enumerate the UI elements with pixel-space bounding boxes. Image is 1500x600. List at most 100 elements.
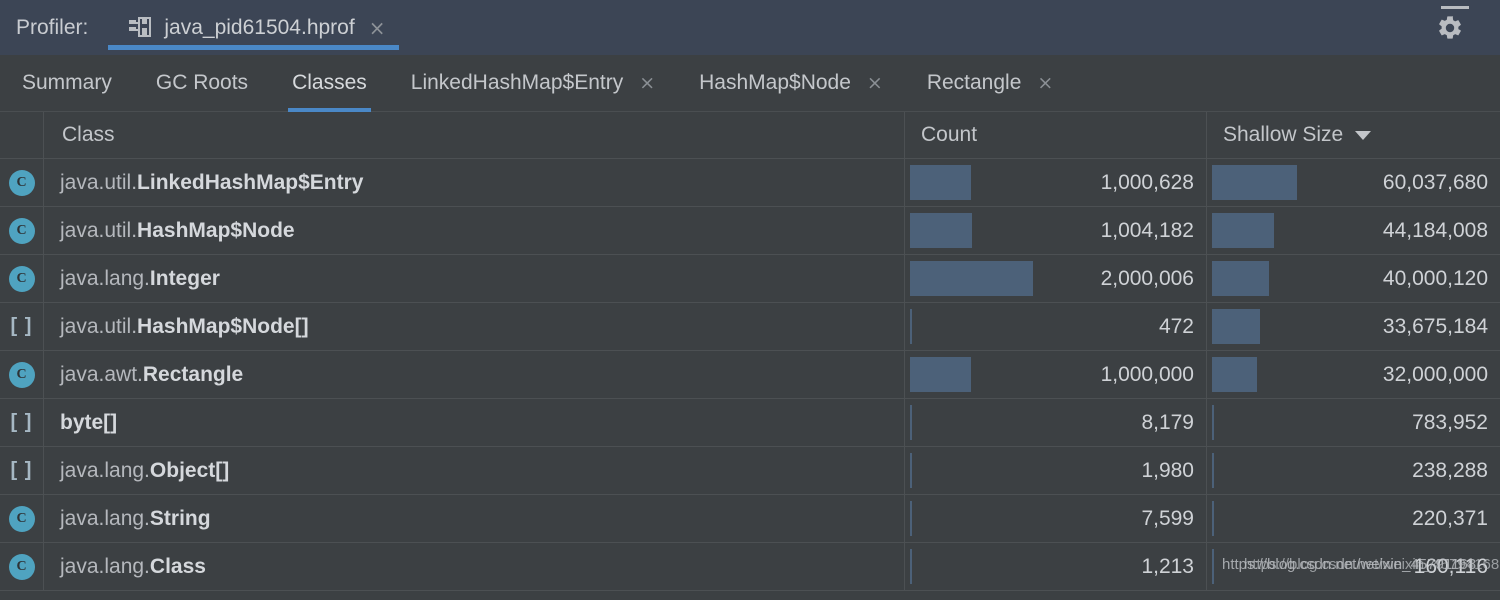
tab-classes[interactable]: Classes — [270, 55, 389, 112]
class-simple-name: HashMap$Node — [137, 218, 295, 242]
count-value: 472 — [1158, 314, 1194, 338]
class-name-cell[interactable]: java.util.LinkedHashMap$Entry — [44, 159, 905, 206]
count-bar — [910, 549, 912, 584]
hprof-file-tab-active-indicator — [108, 45, 400, 50]
hprof-file-icon — [128, 16, 154, 40]
array-icon: [ ] — [10, 411, 33, 433]
tab-close-icon[interactable]: × — [639, 73, 655, 93]
tab-close-icon[interactable]: × — [867, 73, 883, 93]
row-type-icon-cell: C — [0, 159, 44, 206]
tab-hashmap-node[interactable]: HashMap$Node × — [677, 55, 905, 112]
class-simple-name: HashMap$Node[] — [137, 314, 309, 338]
header-class-label: Class — [62, 123, 115, 146]
class-icon: C — [8, 217, 35, 244]
hprof-file-tab[interactable]: java_pid61504.hprof × — [108, 0, 400, 55]
shallow-size-cell: 33,675,184 — [1207, 303, 1500, 350]
classes-table: Class Count Shallow Size Cjava.util.Link… — [0, 112, 1500, 591]
tab-linkedhashmap-entry[interactable]: LinkedHashMap$Entry × — [389, 55, 677, 112]
shallow-size-value: 33,675,184 — [1382, 314, 1488, 338]
class-icon: C — [8, 265, 35, 292]
count-cell: 2,000,006 — [905, 255, 1207, 302]
class-package: java.util. — [60, 314, 138, 338]
row-type-icon-cell: C — [0, 543, 44, 590]
class-simple-name: Integer — [149, 266, 220, 290]
count-value: 1,000,628 — [1100, 170, 1194, 194]
class-simple-name: String — [149, 506, 211, 530]
gear-icon[interactable] — [1436, 14, 1464, 42]
count-cell: 1,004,182 — [905, 207, 1207, 254]
class-package: java.lang. — [60, 266, 150, 290]
class-name-cell[interactable]: java.util.HashMap$Node[] — [44, 303, 905, 350]
count-cell: 7,599 — [905, 495, 1207, 542]
class-name-cell[interactable]: java.lang.Integer — [44, 255, 905, 302]
row-type-icon-cell: C — [0, 351, 44, 398]
class-icon: C — [8, 553, 35, 580]
count-bar — [910, 213, 972, 248]
count-bar — [910, 453, 912, 488]
row-type-icon-cell: C — [0, 495, 44, 542]
shallow-size-bar — [1212, 501, 1214, 536]
class-package: java.lang. — [60, 458, 150, 482]
shallow-size-cell: 160,116 — [1207, 543, 1500, 590]
class-name-cell[interactable]: java.lang.Object[] — [44, 447, 905, 494]
header-shallow-size[interactable]: Shallow Size — [1207, 112, 1500, 158]
array-icon: [ ] — [10, 315, 33, 337]
count-value: 1,213 — [1141, 554, 1194, 578]
class-package: java.lang. — [60, 506, 150, 530]
table-row[interactable]: Cjava.util.LinkedHashMap$Entry 1,000,628 6… — [0, 159, 1500, 207]
tab-summary[interactable]: Summary — [0, 55, 134, 112]
class-icon: C — [8, 505, 35, 532]
shallow-size-value: 32,000,000 — [1382, 362, 1488, 386]
shallow-size-cell: 40,000,120 — [1207, 255, 1500, 302]
class-name-cell[interactable]: java.awt.Rectangle — [44, 351, 905, 398]
class-name-cell[interactable]: java.util.HashMap$Node — [44, 207, 905, 254]
header-class[interactable]: Class — [44, 112, 905, 158]
shallow-size-cell: 32,000,000 — [1207, 351, 1500, 398]
header-count[interactable]: Count — [905, 112, 1207, 158]
sort-descending-caret-icon — [1355, 130, 1372, 140]
class-name-cell[interactable]: java.lang.String — [44, 495, 905, 542]
count-value: 2,000,006 — [1100, 266, 1194, 290]
shallow-size-value: 44,184,008 — [1382, 218, 1488, 242]
row-type-icon-cell: [ ] — [0, 447, 44, 494]
hprof-file-tab-label: java_pid61504.hprof — [164, 15, 355, 39]
count-value: 7,599 — [1141, 506, 1194, 530]
shallow-size-value: 40,000,120 — [1382, 266, 1488, 290]
shallow-size-bar — [1212, 357, 1258, 392]
tab-label: Rectangle — [926, 71, 1022, 94]
table-body: Cjava.util.LinkedHashMap$Entry 1,000,628 6… — [0, 159, 1500, 591]
table-row[interactable]: Cjava.awt.Rectangle 1,000,000 32,000,000 — [0, 351, 1500, 399]
class-package: java.util. — [60, 218, 138, 242]
table-row[interactable]: [ ] java.lang.Object[] 1,980 238,288 — [0, 447, 1500, 495]
shallow-size-bar — [1212, 549, 1214, 584]
table-row[interactable]: Cjava.lang.String 7,599 220,371 — [0, 495, 1500, 543]
shallow-size-cell: 783,952 — [1207, 399, 1500, 446]
count-cell: 472 — [905, 303, 1207, 350]
class-name-cell[interactable]: byte[] — [44, 399, 905, 446]
shallow-size-bar — [1212, 405, 1214, 440]
tab-label: HashMap$Node — [699, 71, 851, 94]
class-simple-name: LinkedHashMap$Entry — [137, 170, 364, 194]
tab-label: LinkedHashMap$Entry — [410, 71, 624, 94]
tab-close-icon[interactable]: × — [1037, 73, 1053, 93]
table-row[interactable]: [ ] java.util.HashMap$Node[] 472 33,675,184 — [0, 303, 1500, 351]
count-value: 1,000,000 — [1100, 362, 1194, 386]
count-cell: 1,980 — [905, 447, 1207, 494]
tab-gc-roots[interactable]: GC Roots — [134, 55, 270, 112]
hprof-file-tab-close-icon[interactable]: × — [369, 18, 386, 38]
class-name-cell[interactable]: java.lang.Class — [44, 543, 905, 590]
row-type-icon-cell: C — [0, 255, 44, 302]
tab-rectangle[interactable]: Rectangle × — [905, 55, 1075, 112]
shallow-size-cell: 238,288 — [1207, 447, 1500, 494]
tab-label: Summary — [22, 71, 112, 94]
count-bar — [910, 405, 912, 440]
table-row[interactable]: Cjava.lang.Class 1,213 160,116 — [0, 543, 1500, 591]
count-bar — [910, 309, 912, 344]
shallow-size-bar — [1212, 453, 1214, 488]
table-row[interactable]: Cjava.util.HashMap$Node 1,004,182 44,184,0… — [0, 207, 1500, 255]
table-row[interactable]: Cjava.lang.Integer 2,000,006 40,000,120 — [0, 255, 1500, 303]
row-type-icon-cell: C — [0, 207, 44, 254]
header-shallow-size-label: Shallow Size — [1223, 123, 1344, 146]
table-row[interactable]: [ ] byte[] 8,179 783,952 — [0, 399, 1500, 447]
count-bar — [910, 261, 1033, 296]
